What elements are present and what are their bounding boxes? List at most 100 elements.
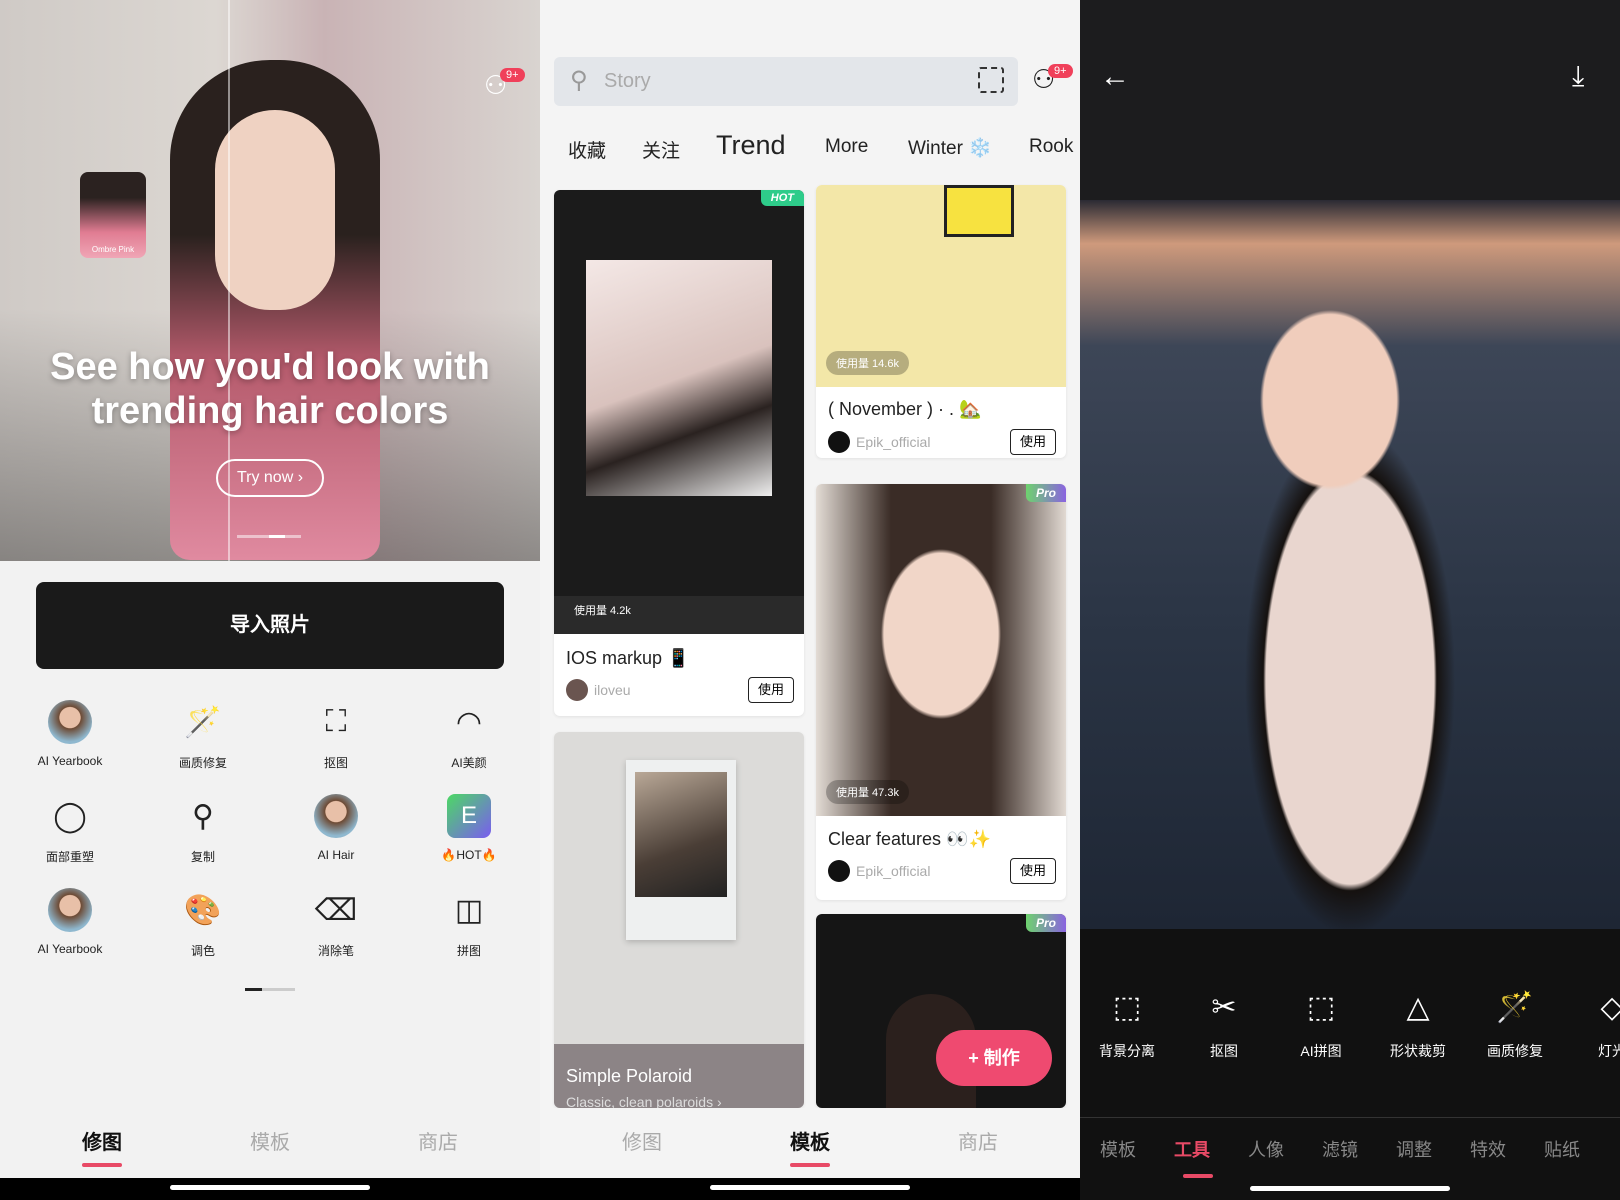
hero-banner[interactable]: Ombre Pink ⚇ 9+ See how you'd look with …: [0, 0, 540, 561]
tool-item[interactable]: E 🔥HOT🔥: [409, 794, 529, 862]
scan-icon[interactable]: [978, 67, 1004, 93]
active-tab-indicator: [82, 1163, 122, 1167]
editor-tab[interactable]: 特效: [1458, 1136, 1518, 1162]
pro-tag: Pro: [1025, 484, 1066, 502]
tool-item[interactable]: AI Yearbook: [10, 700, 130, 768]
usage-count: 使用量 47.3k: [826, 780, 909, 804]
tool-item[interactable]: 🪄 画质修复: [143, 700, 263, 771]
tool-label: AI Yearbook: [37, 942, 103, 956]
card-title: Clear features 👀✨: [828, 829, 991, 849]
create-fab-button[interactable]: + 制作: [936, 1030, 1052, 1086]
editor-tool-label[interactable]: 抠图: [1179, 1041, 1269, 1061]
ai-cutout-icon: ⛶: [325, 705, 347, 738]
edit-home-screen: Ombre Pink ⚇ 9+ See how you'd look with …: [0, 0, 540, 1200]
back-arrow-icon[interactable]: ←: [1100, 60, 1130, 94]
template-card[interactable]: 使用量 14.6k ( November ) · . 🏡 Epik_offici…: [816, 185, 1066, 458]
card-author[interactable]: Epik_official: [828, 431, 930, 453]
tool-item[interactable]: ◠ AI美颜: [409, 700, 529, 771]
page-indicator: [245, 988, 295, 991]
editor-tab[interactable]: 调整: [1384, 1136, 1444, 1162]
tool-item[interactable]: AI Hair: [276, 794, 396, 862]
search-placeholder: Story: [604, 70, 651, 92]
thumb-label: Ombre Pink: [91, 245, 135, 254]
divider: [1080, 1117, 1620, 1118]
editor-tab[interactable]: 人像: [1236, 1136, 1296, 1162]
editor-tool-icon[interactable]: ⬚: [1107, 990, 1147, 1025]
usage-count: 使用量 4.2k: [574, 605, 631, 617]
photo-canvas[interactable]: [1080, 200, 1620, 929]
tool-label: 消除笔: [317, 944, 354, 958]
home-indicator: [540, 1178, 1080, 1200]
app-icon: E: [447, 794, 491, 838]
editor-tab[interactable]: 模板: [1088, 1136, 1148, 1162]
editor-tool-icon[interactable]: ◇: [1592, 990, 1620, 1025]
active-tab-indicator: [1183, 1174, 1213, 1178]
photo-editor-screen: ← ⤓ ⬚ 背景分离 ✂ 抠图 ⬚ AI拼图 △ 形状裁剪 🪄 画质修复 ◇ 灯光 模板 工具 人像 滤镜调…: [1080, 0, 1620, 1200]
template-card[interactable]: Simple Polaroid Classic, clean polaroids…: [554, 732, 804, 1108]
tool-item[interactable]: ⛶ 抠图: [276, 700, 396, 771]
template-card[interactable]: HOT 使用量 4.2k IOS markup 📱 iloveu 使用: [554, 190, 804, 716]
editor-tool-icon[interactable]: ⬚: [1301, 990, 1341, 1025]
editor-tool-label[interactable]: 背景分离: [1082, 1041, 1172, 1061]
avatar: [48, 700, 92, 744]
nav-edit[interactable]: 修图: [52, 1126, 152, 1155]
nav-templates[interactable]: 模板: [760, 1126, 860, 1155]
template-preview: [816, 484, 1066, 816]
author-name: Epik_official: [856, 434, 931, 450]
tool-label: AI Yearbook: [37, 754, 103, 768]
nav-templates[interactable]: 模板: [220, 1126, 320, 1155]
use-button[interactable]: 使用: [748, 677, 794, 703]
editor-tool-label[interactable]: 灯光: [1567, 1041, 1620, 1061]
try-now-button[interactable]: Try now ›: [216, 459, 324, 497]
card-title: IOS markup 📱: [566, 648, 690, 668]
editor-tool-label[interactable]: 形状裁剪: [1373, 1041, 1463, 1061]
card-subtitle[interactable]: Classic, clean polaroids ›: [566, 1094, 722, 1108]
editor-tool-icon[interactable]: ✂: [1204, 990, 1244, 1025]
magic-wand-icon: 🪄: [184, 705, 222, 739]
tool-item[interactable]: 🎨 调色: [143, 888, 263, 959]
tool-label: AI Hair: [317, 848, 355, 862]
tab-following[interactable]: 关注: [642, 136, 680, 163]
use-button[interactable]: 使用: [1010, 858, 1056, 884]
nav-store[interactable]: 商店: [388, 1126, 488, 1155]
usage-count: 使用量 14.6k: [826, 351, 909, 375]
nav-store[interactable]: 商店: [928, 1126, 1028, 1155]
tool-item[interactable]: AI Yearbook: [10, 888, 130, 956]
editor-tab[interactable]: 滤镜: [1310, 1136, 1370, 1162]
tab-more[interactable]: More: [825, 136, 868, 158]
use-button[interactable]: 使用: [1010, 429, 1056, 455]
templates-screen: ⚲ Story ⚇ 9+ 收藏 关注 Trend More Winter ❄️ …: [540, 0, 1080, 1200]
download-icon[interactable]: ⤓: [1572, 60, 1584, 93]
face-reshape-icon: ◯: [53, 799, 87, 833]
tool-item[interactable]: ⌫ 消除笔: [276, 888, 396, 959]
editor-tool-icon[interactable]: △: [1398, 990, 1438, 1025]
card-author[interactable]: iloveu: [566, 679, 631, 701]
nav-edit[interactable]: 修图: [592, 1126, 692, 1155]
editor-tab[interactable]: 贴纸: [1532, 1136, 1592, 1162]
editor-tool-icon[interactable]: 🪄: [1495, 990, 1535, 1025]
tab-trend[interactable]: Trend: [716, 130, 786, 161]
search-input[interactable]: ⚲ Story: [554, 57, 1018, 106]
tool-item[interactable]: ◫ 拼图: [409, 888, 529, 959]
card-author[interactable]: Epik_official: [828, 860, 930, 882]
card-title: ( November ) · . 🏡: [828, 399, 982, 419]
author-name: iloveu: [594, 682, 631, 698]
tab-favorites[interactable]: 收藏: [568, 136, 606, 163]
template-card[interactable]: Pro 使用量 47.3k Clear features 👀✨ Epik_off…: [816, 484, 1066, 900]
tool-item[interactable]: ⚲ 复制: [143, 794, 263, 865]
tab-rook[interactable]: Rook: [1029, 136, 1073, 158]
collage-icon: ◫: [454, 893, 484, 927]
tool-label: 复制: [190, 850, 215, 864]
hero-title: See how you'd look with trending hair co…: [50, 346, 490, 432]
import-photo-button[interactable]: 导入照片: [36, 582, 504, 669]
home-indicator: [0, 1178, 540, 1200]
editor-tool-label[interactable]: AI拼图: [1276, 1041, 1366, 1061]
tool-label: 拼图: [456, 944, 481, 958]
editor-tab[interactable]: 工具: [1162, 1136, 1222, 1162]
template-preview: [554, 190, 804, 634]
hair-color-thumb[interactable]: Ombre Pink: [80, 172, 146, 258]
tool-item[interactable]: ◯ 面部重塑: [10, 794, 130, 865]
tool-label: 画质修复: [178, 756, 227, 770]
editor-tool-label[interactable]: 画质修复: [1470, 1041, 1560, 1061]
tab-winter[interactable]: Winter ❄️: [908, 136, 992, 160]
